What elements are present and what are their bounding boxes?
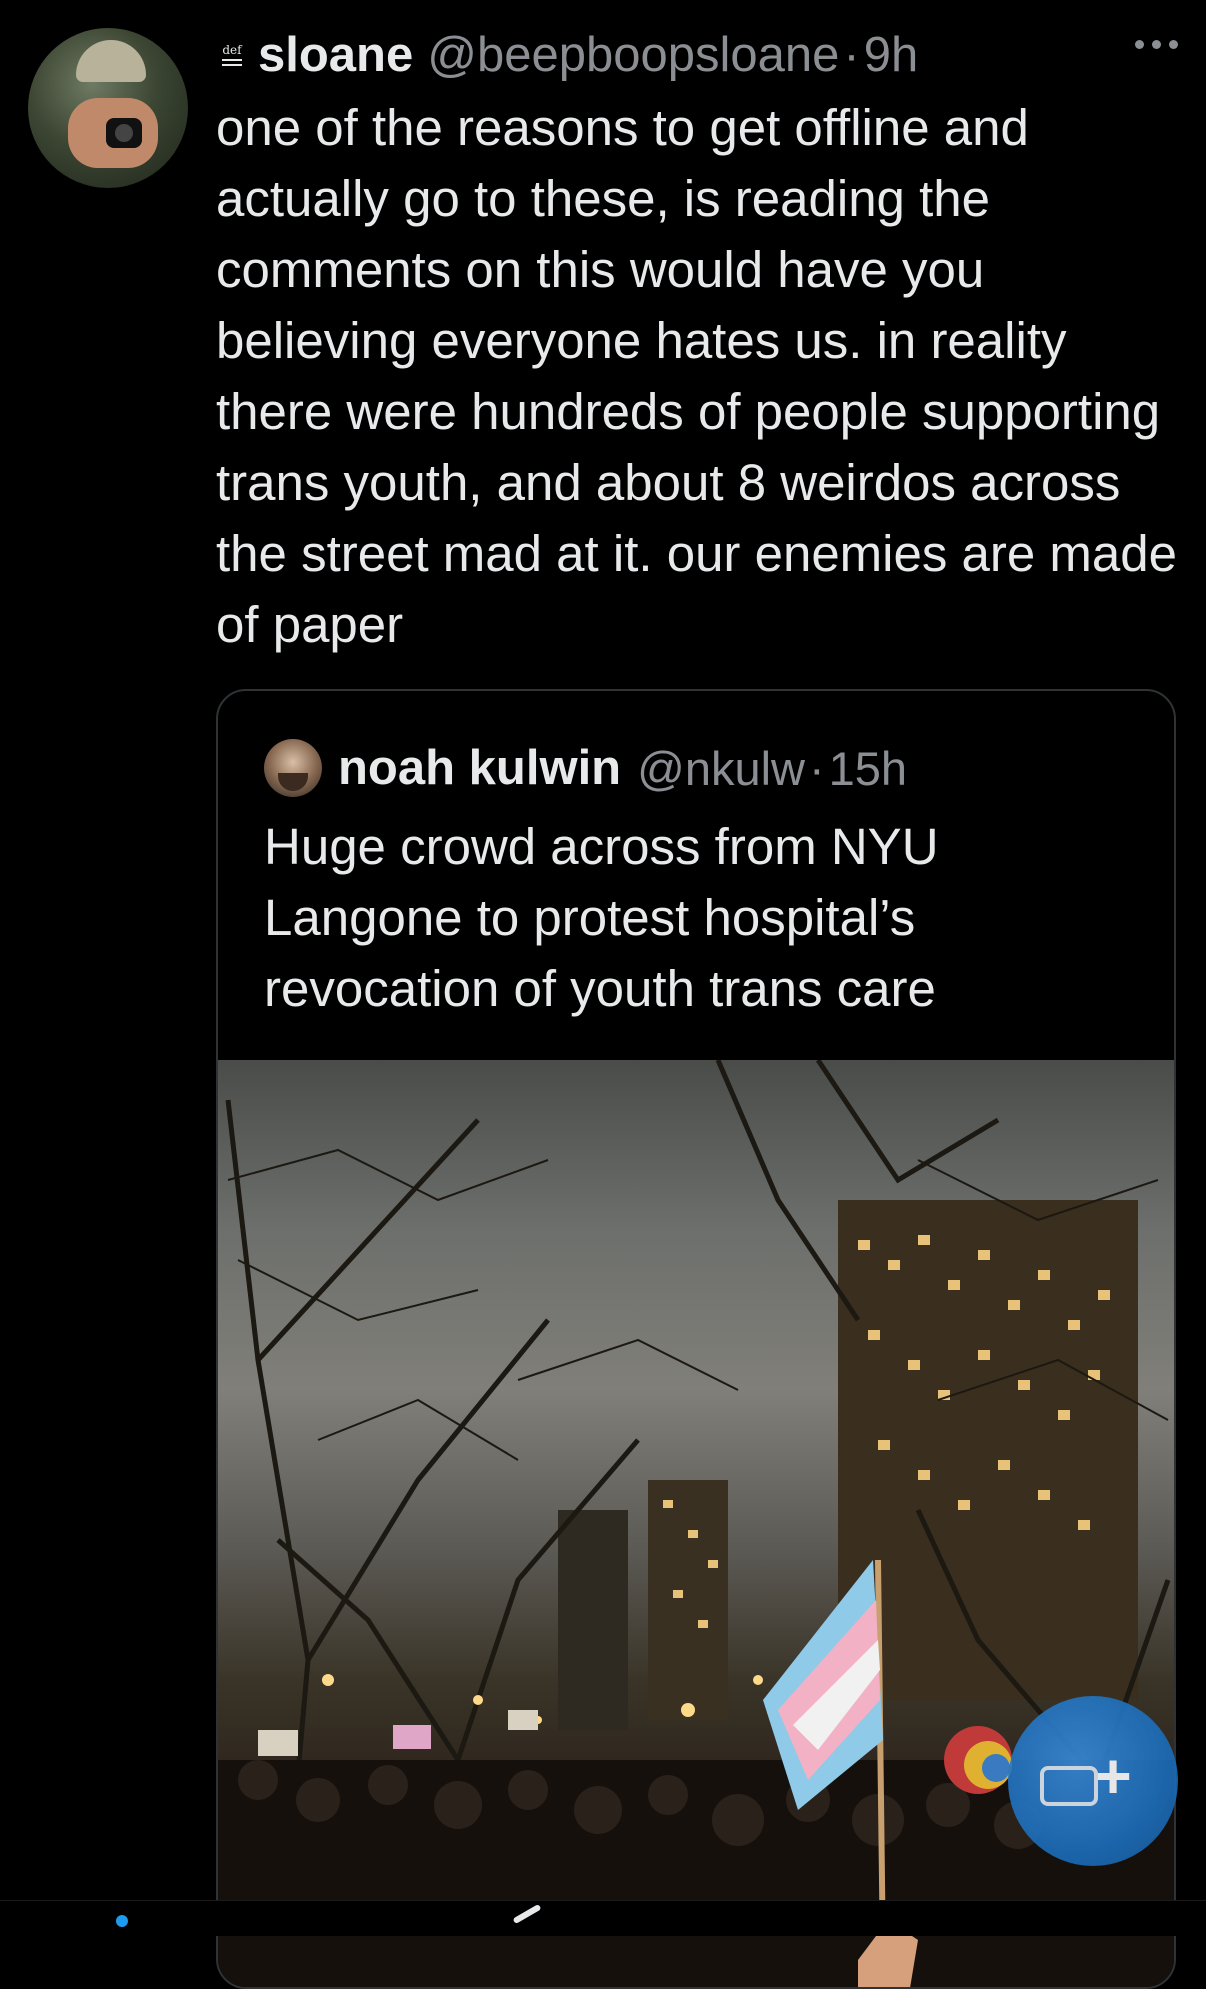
quoted-tweet-text: Huge crowd across from NYU Langone to pr… (264, 818, 939, 1017)
quoted-author-handle[interactable]: @nkulw (637, 741, 805, 796)
protest-sign (508, 1710, 538, 1730)
nav-icon-partial[interactable] (512, 1903, 542, 1925)
more-dot (1152, 40, 1161, 49)
dictionary-def-icon: def (216, 35, 248, 75)
notification-dot-icon (116, 1915, 128, 1927)
author-avatar[interactable] (28, 28, 188, 188)
badge-line (222, 59, 242, 61)
author-name[interactable]: sloane (258, 27, 413, 83)
tweet-text: one of the reasons to get offline and ac… (216, 99, 1177, 653)
quoted-tweet-time[interactable]: 15h (829, 741, 907, 796)
more-dot (1135, 40, 1144, 49)
quoted-author-name[interactable]: noah kulwin (338, 740, 621, 796)
building-center (648, 1480, 728, 1720)
more-dot (1169, 40, 1178, 49)
photo-illustration (218, 1060, 1174, 1987)
author-handle[interactable]: @beepboopsloane (427, 27, 839, 83)
quoted-tweet-header: noah kulwin @nkulw · 15h (264, 737, 907, 799)
tweet-time[interactable]: 9h (864, 27, 919, 83)
badge-text: def (222, 43, 242, 57)
avatar-cap-shape (76, 40, 146, 82)
bottom-nav-bar (0, 1900, 1206, 1936)
quoted-header-separator: · (809, 741, 825, 795)
add-photo-button[interactable]: + (1008, 1696, 1178, 1866)
header-separator: · (843, 28, 860, 82)
plus-icon: + (1094, 1740, 1132, 1812)
avatar-camera-shape (106, 118, 142, 148)
building-center-left (558, 1510, 628, 1730)
add-photo-icon (1040, 1766, 1098, 1806)
rainbow-umbrella (944, 1726, 1012, 1794)
badge-line (222, 64, 242, 66)
protest-crowd-night-photo[interactable] (218, 1060, 1174, 1987)
protest-sign (258, 1730, 298, 1756)
tweet-header: def sloane @beepboopsloane · 9h (216, 22, 918, 88)
more-horizontal-icon[interactable] (1135, 40, 1178, 49)
quoted-author-avatar[interactable] (264, 739, 322, 797)
protest-sign (393, 1725, 431, 1749)
